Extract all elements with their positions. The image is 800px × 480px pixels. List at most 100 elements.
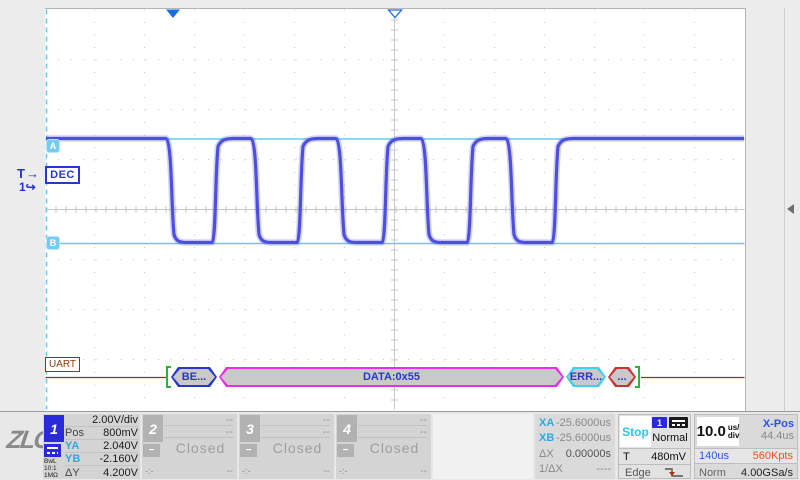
waveform-plot [0,0,800,411]
cursor-yb-row: YB -2.160V [65,453,138,466]
impedance-label: 1MΩ [44,472,64,479]
falling-edge-icon [664,466,684,479]
uart-bus-label[interactable]: UART [45,357,80,372]
trigger-panel[interactable]: Stop 1 Normal T 480mV Edge [618,414,691,479]
channel1-badge[interactable]: 1 [44,415,64,442]
xpos-value: 44.4us [761,430,794,442]
decode-data-text: DATA:0x55 [219,367,564,387]
timebase-panel[interactable]: 10.0 us/div X-Pos 44.4us 140us 560Kpts N… [694,414,798,479]
probe-ratio-label: 10:1 [44,465,64,472]
channel2-status: Closed [164,440,237,456]
channel3-status: Closed [261,440,334,456]
empty-panel [433,414,533,479]
xpos-readout: X-Pos 44.4us [761,418,794,442]
channel3-badge[interactable]: 3 [240,415,260,442]
trigger-source-badge[interactable]: 1 [652,417,667,428]
timebase-scale: 10.0 [697,423,726,440]
decode-start-bubble[interactable]: BE... [171,367,217,387]
channel4-imp-dash: -:- [339,466,348,476]
xa-row: XA -25.6000us [539,415,611,431]
sample-rate: 4.00GSa/s [741,467,793,479]
decode-error-text: ERR... [566,367,606,387]
channel2-imp-dash: -:- [145,466,154,476]
memory-depth: 560Kpts [753,450,793,462]
channel3-dash-row: -- [261,414,330,426]
channel1-probe-info: BwL 10:1 1MΩ [44,458,64,479]
channel1-pos-row: Pos 800mV [65,427,138,440]
trigger-mode[interactable]: Normal [652,432,688,444]
side-panel-divider [784,8,785,411]
cursor-ya-row: YA 2.040V [65,440,138,453]
window-length: 140us [699,450,729,462]
waveform-screen: T→ 1↪ A B DEC UART BE... DATA:0x55 ERR..… [0,0,800,411]
trigger-type-row[interactable]: Edge [619,464,690,480]
channel2-dash: -- [226,466,233,477]
trigger-level-row: T 480mV [619,448,690,464]
timebase-scale-box[interactable]: 10.0 us/div [697,417,739,446]
acquisition-window-row: 140us 560Kpts [695,448,797,464]
channel3-dash-row: -- [261,426,330,438]
xa-label: XA [539,417,554,429]
channel4-badge[interactable]: 4 [337,415,357,442]
trigger-dc-coupling-icon [669,417,688,428]
channel1-panel[interactable]: 1 BwL 10:1 1MΩ 2.00V/div Pos 800mV YA 2.… [43,414,140,479]
oscilloscope-ui: T→ 1↪ A B DEC UART BE... DATA:0x55 ERR..… [0,0,800,480]
decode-data-bubble[interactable]: DATA:0x55 [219,367,564,387]
run-state-indicator[interactable]: Stop [620,416,651,447]
xpos-label: X-Pos [761,418,794,430]
channel3-coupling-icon: − [240,444,257,457]
xa-value: -25.6000us [556,417,611,429]
channel4-status: Closed [358,440,431,456]
timebase-unit: us/div [728,424,740,440]
channel4-dash-row: -- [358,414,427,426]
channel3-panel[interactable]: 3 − -- -- Closed -:- -- [239,414,334,479]
trigger-level-marker[interactable]: T→ [17,166,40,181]
cursor-dy-row: ΔY 4.200V [65,466,138,479]
decode-indicator[interactable]: DEC [45,166,80,184]
trigger-level-label: T [623,451,630,463]
channel4-dash: -- [420,466,427,477]
channel4-panel[interactable]: 4 − -- -- Closed -:- -- [336,414,431,479]
inv-dx-value: ---- [596,463,611,475]
dx-label: ΔX [539,448,554,460]
frame-close-bracket [635,366,640,388]
channel2-dash-row: -- [164,426,233,438]
ya-value: 2.040V [103,440,138,452]
channel4-dash-row: -- [358,426,427,438]
channel1-dc-coupling-icon [44,444,61,457]
dy-value: 4.200V [103,467,138,479]
channel2-panel[interactable]: 2 − -- -- Closed -:- -- [142,414,237,479]
trigger-level-value: 480mV [651,451,686,463]
pos-label: Pos [65,427,84,439]
channel2-coupling-icon: − [143,444,160,457]
cursor-readout-panel[interactable]: XA -25.6000us XB -25.6000us ΔX 0.00000s … [535,414,615,479]
channel1-pos-value: 800mV [103,427,138,439]
trigger-source-row: 1 [652,417,688,430]
decode-error-bubble[interactable]: ERR... [566,367,606,387]
cursor-b-badge[interactable]: B [46,236,60,250]
channel3-dash: -- [323,466,330,477]
channel1-scale: 2.00V/div [92,414,138,426]
inv-dx-label: 1/ΔX [539,463,563,475]
dx-row: ΔX 0.00000s [539,446,611,462]
yb-value: -2.160V [99,453,138,465]
side-panel-expander-icon[interactable] [787,204,794,214]
decode-more-text: ... [608,367,636,387]
yb-label: YB [65,453,80,465]
channel4-coupling-icon: − [337,444,354,457]
trigger-type-label: Edge [625,467,651,479]
status-bar: ZLG® 1 BwL 10:1 1MΩ 2.00V/div Pos 800mV … [0,411,800,480]
channel3-imp-dash: -:- [242,466,251,476]
xb-row: XB -25.6000us [539,431,611,447]
ya-label: YA [65,440,79,452]
channel2-badge[interactable]: 2 [143,415,163,442]
decode-more-bubble[interactable]: ... [608,367,636,387]
dx-value: 0.00000s [566,448,611,460]
xb-value: -25.6000us [556,432,611,444]
channel1-position-marker[interactable]: 1↪ [19,180,36,194]
cursor-a-badge[interactable]: A [46,139,60,153]
acquisition-mode: Norm [699,467,726,479]
bandwidth-limit-label: BwL [44,458,64,465]
xb-label: XB [539,432,554,444]
channel2-dash-row: -- [164,414,233,426]
